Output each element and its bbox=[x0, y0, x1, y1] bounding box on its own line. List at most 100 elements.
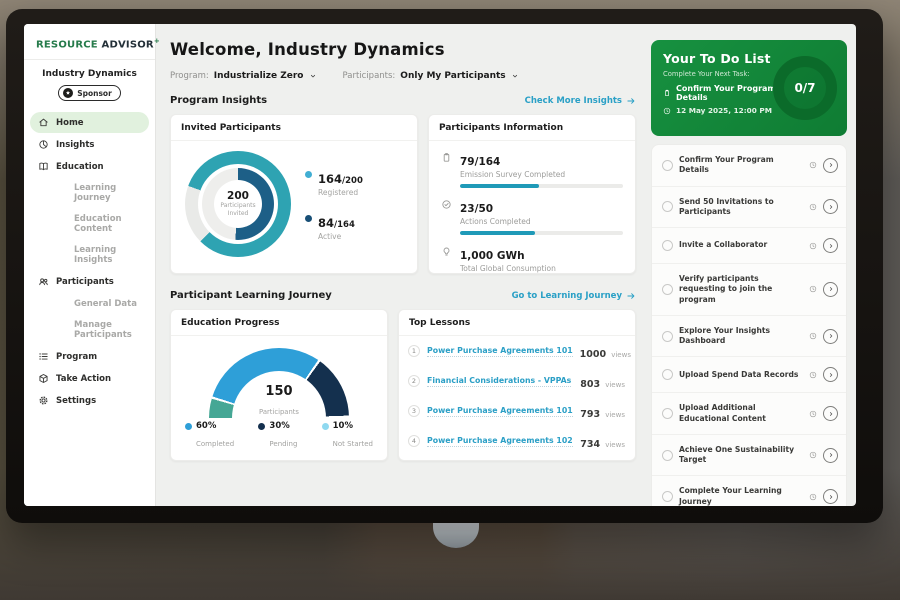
task-checkbox[interactable] bbox=[662, 240, 673, 251]
lesson-rank: 1 bbox=[408, 345, 420, 357]
lesson-link[interactable]: Power Purchase Agreements 101 bbox=[427, 346, 573, 357]
todo-task-list: Confirm Your Program Details Send 50 Inv… bbox=[651, 144, 847, 506]
stat-row: 23/50 Actions Completed bbox=[429, 197, 635, 235]
sidebar-item[interactable]: Insights bbox=[30, 134, 149, 155]
todo-task-row[interactable]: Complete Your Learning Journey bbox=[652, 476, 846, 506]
task-open-button[interactable] bbox=[823, 282, 838, 297]
task-open-button[interactable] bbox=[823, 406, 838, 421]
todo-task-row[interactable]: Upload Additional Educational Content bbox=[652, 393, 846, 435]
education-progress-card: Education Progress 150 Participants bbox=[170, 309, 388, 461]
sidebar-item-label: Learning Journey bbox=[74, 183, 143, 203]
clock-icon bbox=[809, 410, 817, 418]
clock-icon bbox=[809, 332, 817, 340]
program-insights-header: Program Insights Check More Insights bbox=[170, 95, 636, 106]
task-open-button[interactable] bbox=[823, 448, 838, 463]
sidebar-item-label: Program bbox=[56, 352, 97, 362]
legend-dot bbox=[258, 423, 265, 430]
task-open-button[interactable] bbox=[823, 199, 838, 214]
task-label: Complete Your Learning Journey bbox=[679, 486, 803, 506]
task-label: Verify participants requesting to join t… bbox=[679, 274, 803, 305]
clock-icon bbox=[809, 242, 817, 250]
task-checkbox[interactable] bbox=[662, 408, 673, 419]
task-label: Upload Spend Data Records bbox=[679, 370, 803, 380]
lesson-views: 803 views bbox=[580, 372, 625, 391]
sidebar-item[interactable]: Program bbox=[30, 346, 149, 367]
task-open-button[interactable] bbox=[823, 489, 838, 504]
task-checkbox[interactable] bbox=[662, 160, 673, 171]
clipboard-icon bbox=[663, 89, 671, 97]
arrow-right-icon bbox=[626, 291, 636, 301]
stat-icon bbox=[441, 152, 452, 163]
lesson-views: 793 views bbox=[580, 402, 625, 421]
todo-progress-ring: 0/7 bbox=[773, 56, 837, 120]
task-open-button[interactable] bbox=[823, 238, 838, 253]
legend-dot bbox=[305, 171, 312, 178]
sidebar-item[interactable]: Take Action bbox=[30, 368, 149, 389]
education-gauge: 150 Participants bbox=[209, 348, 349, 418]
sidebar-item-icon bbox=[38, 395, 49, 406]
sidebar-item-label: Insights bbox=[56, 140, 94, 150]
sidebar-item-label: Manage Participants bbox=[74, 320, 143, 340]
todo-task-row[interactable]: Achieve One Sustainability Target bbox=[652, 435, 846, 477]
todo-task-row[interactable]: Upload Spend Data Records bbox=[652, 357, 846, 393]
chevron-right-icon bbox=[827, 242, 835, 250]
sidebar-item[interactable]: Education bbox=[30, 156, 149, 177]
lesson-row: 3 Power Purchase Agreements 101 793 view… bbox=[399, 396, 635, 426]
sidebar-item[interactable]: Learning Insights bbox=[30, 240, 149, 270]
sidebar-item[interactable]: Home bbox=[30, 112, 149, 133]
task-checkbox[interactable] bbox=[662, 450, 673, 461]
stat-progress-bar bbox=[460, 184, 623, 188]
task-open-button[interactable] bbox=[823, 329, 838, 344]
check-more-insights-link[interactable]: Check More Insights bbox=[525, 96, 636, 106]
lesson-link[interactable]: Power Purchase Agreements 101 bbox=[427, 406, 573, 417]
donut-legend-item: 84/164 Active bbox=[305, 212, 363, 241]
sidebar-item-icon bbox=[38, 139, 49, 150]
lesson-link[interactable]: Power Purchase Agreements 102 bbox=[427, 436, 573, 447]
task-checkbox[interactable] bbox=[662, 331, 673, 342]
program-dropdown[interactable]: Program: Industrialize Zero bbox=[170, 71, 317, 81]
todo-next-task: Confirm Your Program Details bbox=[663, 84, 791, 102]
todo-column: Your To Do List Complete Your Next Task:… bbox=[646, 24, 856, 506]
sidebar-item[interactable]: General Data bbox=[30, 293, 149, 314]
lesson-row: 4 Power Purchase Agreements 102 734 view… bbox=[399, 426, 635, 456]
legend-dot bbox=[305, 215, 312, 222]
todo-task-row[interactable]: Confirm Your Program Details bbox=[652, 145, 846, 187]
todo-task-row[interactable]: Send 50 Invitations to Participants bbox=[652, 187, 846, 229]
sidebar-item[interactable]: Settings bbox=[30, 390, 149, 411]
todo-task-row[interactable]: Invite a Collaborator bbox=[652, 228, 846, 264]
sidebar-item[interactable]: Learning Journey bbox=[30, 178, 149, 208]
task-open-button[interactable] bbox=[823, 158, 838, 173]
task-checkbox[interactable] bbox=[662, 284, 673, 295]
lesson-rank: 2 bbox=[408, 375, 420, 387]
main-content: Welcome, Industry Dynamics Program: Indu… bbox=[157, 24, 646, 506]
sidebar-item-icon bbox=[38, 276, 49, 287]
stat-progress-bar bbox=[460, 231, 623, 235]
todo-task-row[interactable]: Verify participants requesting to join t… bbox=[652, 264, 846, 316]
clock-icon bbox=[809, 161, 817, 169]
task-checkbox[interactable] bbox=[662, 201, 673, 212]
stat-icon bbox=[441, 246, 452, 257]
sidebar-item-icon bbox=[56, 325, 67, 336]
invited-participants-card: Invited Participants 200 Participants In… bbox=[170, 114, 418, 274]
todo-task-row[interactable]: Explore Your Insights Dashboard bbox=[652, 316, 846, 358]
sidebar-item[interactable]: Education Content bbox=[30, 209, 149, 239]
sidebar-nav: Home Insights Education Learning bbox=[24, 112, 155, 411]
chevron-right-icon bbox=[827, 285, 835, 293]
sidebar-item-icon bbox=[56, 219, 67, 230]
task-checkbox[interactable] bbox=[662, 369, 673, 380]
task-label: Upload Additional Educational Content bbox=[679, 403, 803, 424]
go-to-learning-journey-link[interactable]: Go to Learning Journey bbox=[512, 291, 636, 301]
invited-donut: 200 Participants Invited bbox=[185, 151, 291, 257]
sidebar-item-icon bbox=[56, 250, 67, 261]
task-checkbox[interactable] bbox=[662, 491, 673, 502]
lesson-link[interactable]: Financial Considerations - VPPAs bbox=[427, 376, 571, 387]
program-insights-heading: Program Insights bbox=[170, 95, 267, 106]
sidebar-item[interactable]: Participants bbox=[30, 271, 149, 292]
top-lessons-card: Top Lessons 1 Power Purchase Agreements … bbox=[398, 309, 636, 461]
sidebar-item-label: General Data bbox=[74, 299, 137, 309]
stat-label: Total Global Consumption bbox=[460, 264, 623, 273]
sidebar-item[interactable]: Manage Participants bbox=[30, 315, 149, 345]
lesson-row: 2 Financial Considerations - VPPAs 803 v… bbox=[399, 366, 635, 396]
participants-dropdown[interactable]: Participants: Only My Participants bbox=[343, 71, 519, 81]
task-open-button[interactable] bbox=[823, 367, 838, 382]
